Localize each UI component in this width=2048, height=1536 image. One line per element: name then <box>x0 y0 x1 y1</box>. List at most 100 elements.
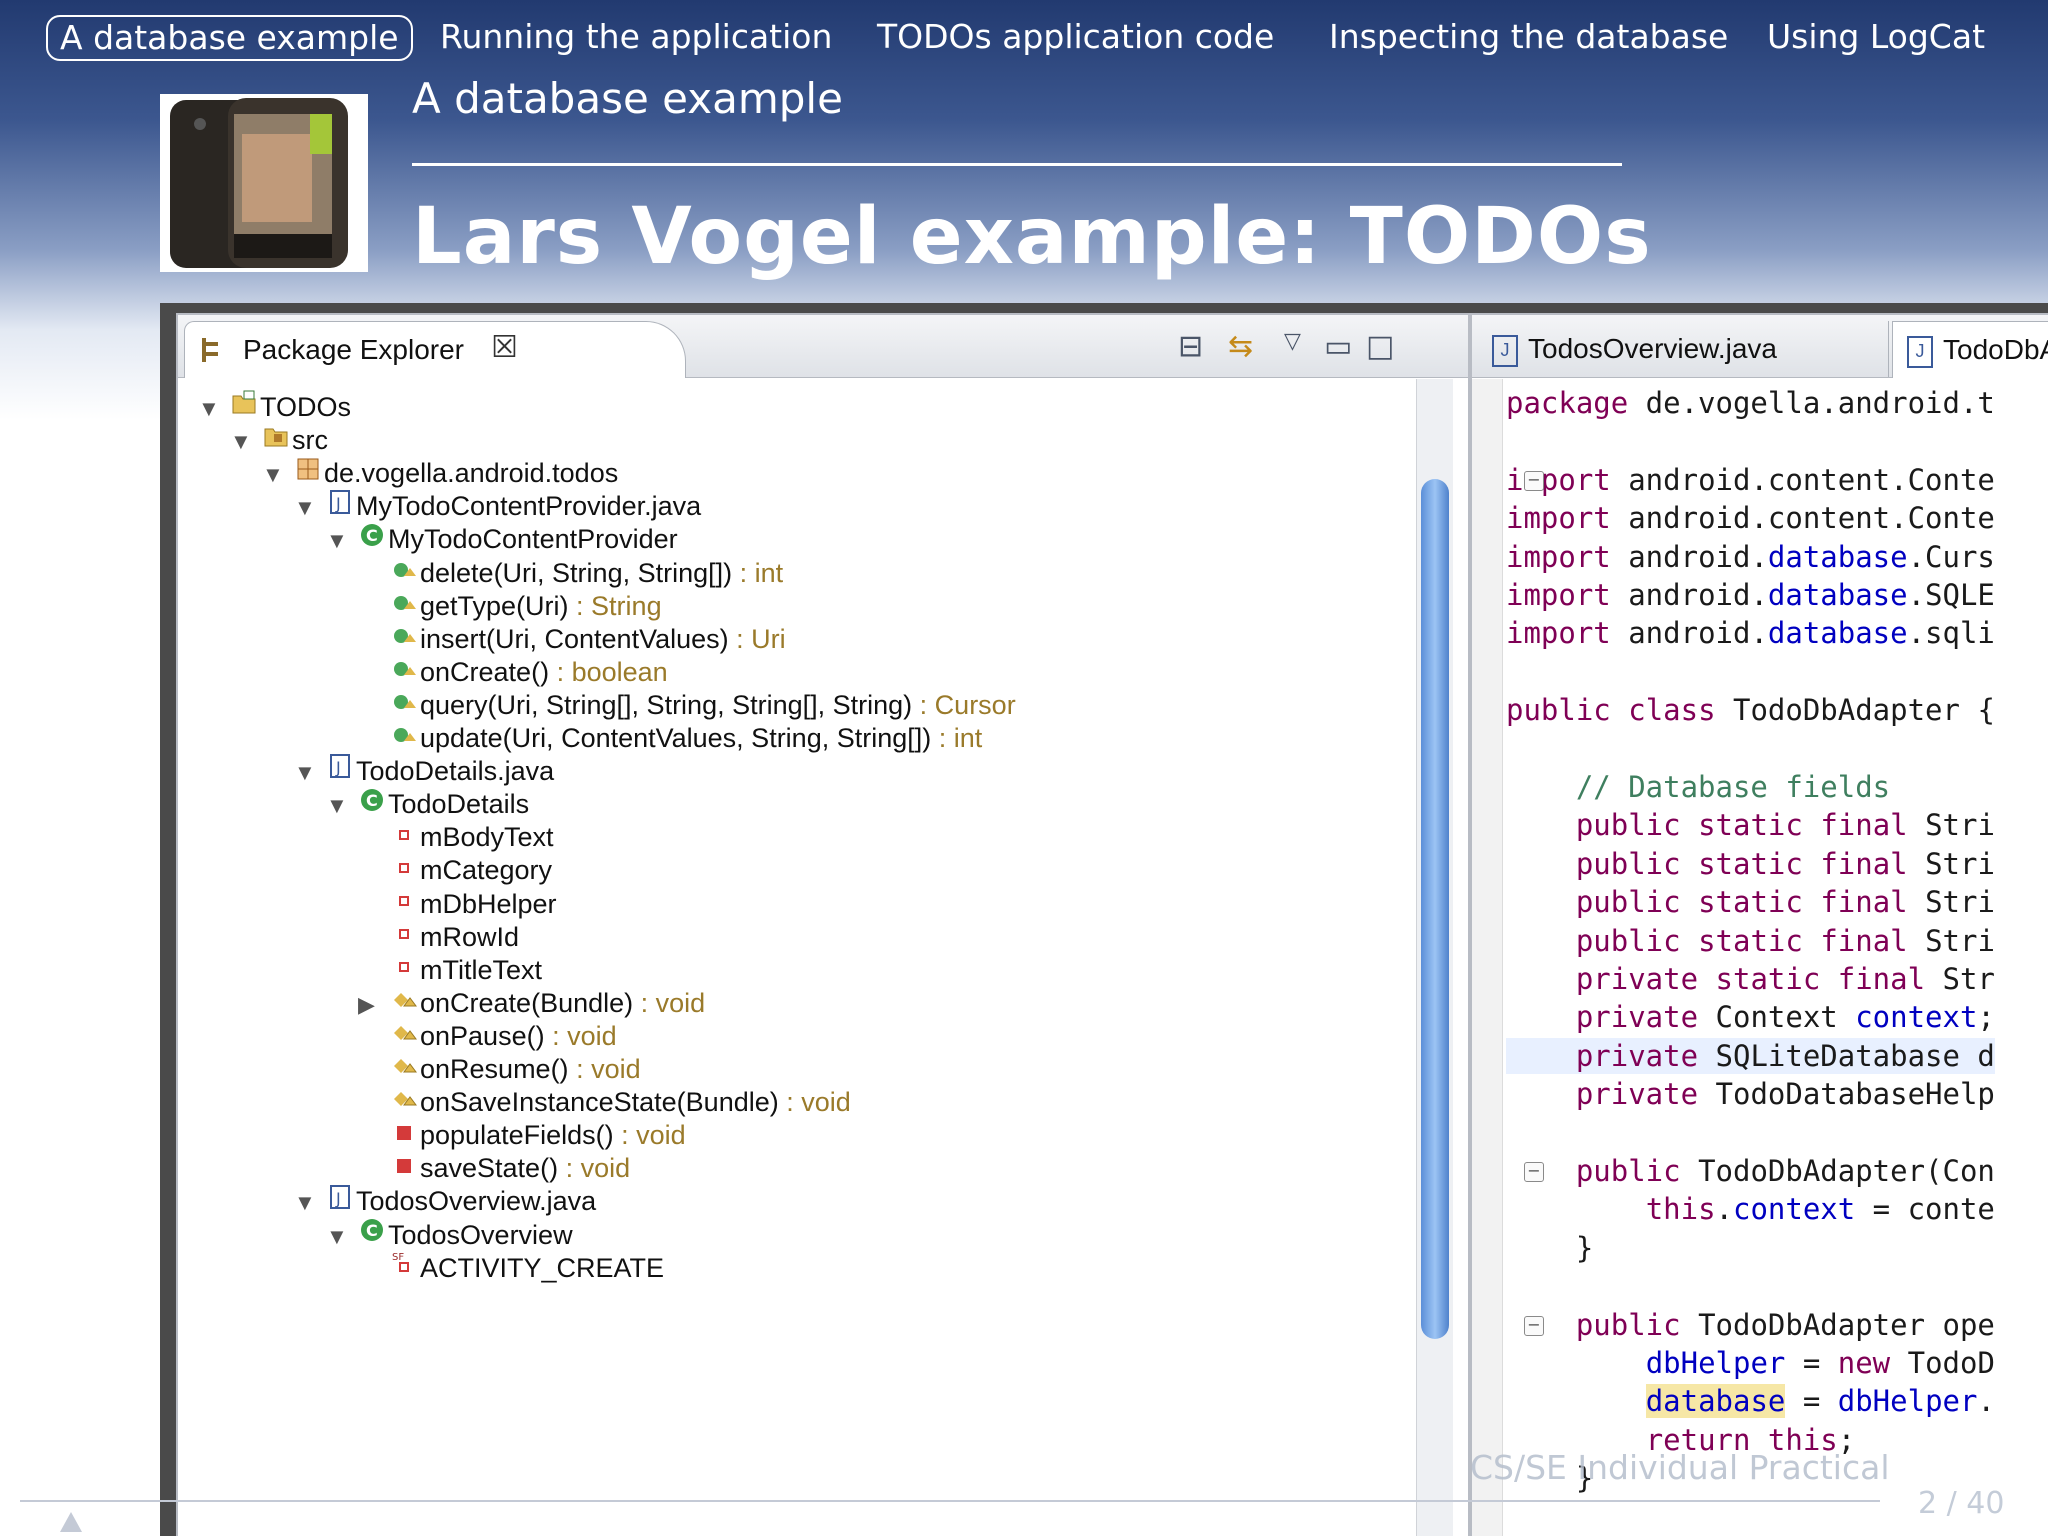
code-line: import android.database.SQLE <box>1506 578 1995 612</box>
title-divider <box>412 163 1622 166</box>
code-line: // Database fields <box>1506 770 1891 804</box>
fold-toggle-icon[interactable]: − <box>1524 1315 1544 1336</box>
expanded-twisty-icon[interactable]: ▼ <box>294 488 324 528</box>
tree-item-return-type: : Cursor <box>912 689 1016 720</box>
nav-item-using-logcat[interactable]: Using LogCat <box>1767 14 1985 60</box>
tree-item-label: TodosOverview <box>388 1219 573 1250</box>
static-final-field-icon: SF <box>388 1249 420 1290</box>
tree-item-label: mDbHelper <box>420 888 557 919</box>
tab-label: TodosOverview.java <box>1528 333 1778 364</box>
tree-item[interactable]: SF ACTIVITY_CREATE <box>358 1248 664 1288</box>
tree-item-label: TodoDetails.java <box>356 756 555 787</box>
code-line: import android.database.sqli <box>1506 616 1995 651</box>
tree-item-label: onCreate() <box>420 656 550 687</box>
tree-item-label: query(Uri, String[], String, String[], S… <box>420 689 913 720</box>
code-line: public static final Stri <box>1575 885 1995 920</box>
editor-gutter <box>1472 379 1503 1536</box>
tree-item-return-type: : boolean <box>549 656 668 687</box>
svg-text:C: C <box>366 526 378 545</box>
tree-item-label: onCreate(Bundle) <box>420 987 634 1018</box>
nav-item-database-example[interactable]: A database example <box>46 15 413 61</box>
expanded-twisty-icon[interactable]: ▼ <box>198 389 228 429</box>
expanded-twisty-icon[interactable]: ▼ <box>326 1217 356 1257</box>
tree-item-label: TodoDetails <box>388 789 530 820</box>
code-area[interactable]: package de.vogella.android.t import andro… <box>1506 379 2048 1536</box>
vertical-scrollbar[interactable] <box>1416 379 1453 1536</box>
expanded-twisty-icon[interactable]: ▼ <box>230 422 260 462</box>
tree-item-label: ACTIVITY_CREATE <box>420 1252 665 1283</box>
tree-item-label: delete(Uri, String, String[]) <box>420 557 733 588</box>
tab-todos-overview[interactable]: J TodosOverview.java <box>1478 321 1889 377</box>
tree-item-label: update(Uri, ContentValues, String, Strin… <box>420 723 932 753</box>
svg-text:J: J <box>335 758 341 777</box>
fold-toggle-icon[interactable]: − <box>1524 470 1544 491</box>
code-line: public static final Stri <box>1575 808 1995 843</box>
tree-item-return-type: : int <box>732 557 784 588</box>
nav-item-inspecting-database[interactable]: Inspecting the database <box>1329 14 1728 60</box>
footer-divider <box>20 1500 1880 1502</box>
code-line: public TodoDbAdapter(Con <box>1575 1154 1995 1188</box>
expanded-twisty-icon[interactable]: ▼ <box>262 455 292 495</box>
link-with-editor-icon[interactable]: ⇆ <box>1228 329 1253 364</box>
code-line: private SQLiteDatabase d <box>1506 1037 1995 1074</box>
svg-text:C: C <box>366 791 378 810</box>
package-explorer-label: Package Explorer <box>243 334 465 365</box>
expanded-twisty-icon[interactable]: ▼ <box>326 786 356 826</box>
tree-item-return-type: : void <box>568 1054 641 1084</box>
tree-item-label: saveState() <box>420 1153 559 1184</box>
scrollbar-thumb[interactable] <box>1421 479 1449 1339</box>
svg-text:J: J <box>335 1189 341 1208</box>
code-line: private Context context; <box>1575 1000 1995 1035</box>
tree-item-label: mRowId <box>420 921 520 952</box>
tree-item-label: insert(Uri, ContentValues) <box>420 623 729 654</box>
tree-item-return-type: : String <box>568 590 662 621</box>
expanded-twisty-icon[interactable]: ▼ <box>294 753 324 793</box>
svg-text:J: J <box>335 494 341 513</box>
code-line: import android.content.Conte <box>1506 501 1995 536</box>
tree-item-return-type: : void <box>613 1120 686 1151</box>
tree-item-label: onPause() <box>420 1020 545 1051</box>
code-line: private static final Str <box>1575 962 1995 996</box>
page-number: 2 / 40 <box>1918 1486 2005 1521</box>
slide-subtitle: A database example <box>412 74 843 123</box>
editor-tab-bar: J TodosOverview.java J TodoDbA <box>1472 315 2048 378</box>
tree-item-label: MyTodoContentProvider <box>388 524 678 555</box>
code-line: import android.content.Conte <box>1506 462 1995 497</box>
nav-item-running-application[interactable]: Running the application <box>440 14 832 60</box>
view-menu-icon[interactable]: ▽ <box>1284 329 1301 354</box>
code-line: import android.database.Curs <box>1506 539 1995 574</box>
collapse-all-icon[interactable]: ⊟ <box>1178 329 1203 364</box>
tree-item-label: onSaveInstanceState(Bundle) <box>420 1087 779 1118</box>
tree-item-label: TODOs <box>260 392 352 422</box>
code-line: this.context = conte <box>1645 1192 1995 1227</box>
code-line: public TodoDbAdapter ope <box>1575 1307 1995 1342</box>
tree-item-return-type: : void <box>778 1087 851 1118</box>
tree-item-return-type: : void <box>544 1020 617 1051</box>
fold-toggle-icon[interactable]: − <box>1524 1162 1544 1182</box>
expanded-twisty-icon[interactable]: ▼ <box>294 1183 324 1223</box>
tree-item-return-type: : void <box>633 987 706 1018</box>
tree-item-label: de.vogella.android.todos <box>324 458 619 489</box>
tree-item-return-type: : int <box>931 723 983 753</box>
package-explorer-toolbar: Package Explorer ☒ ⊟ ⇆ ▽ ▭ □ <box>178 315 1468 378</box>
close-icon[interactable]: ☒ <box>491 330 518 365</box>
section-navigation: A database example Running the applicati… <box>0 0 2048 76</box>
package-explorer-tab[interactable]: Package Explorer ☒ <box>184 321 686 378</box>
beamer-nav-triangle-icon[interactable] <box>60 1512 82 1532</box>
nav-item-todos-application-code[interactable]: TODOs application code <box>877 14 1274 60</box>
tree-item-label: getType(Uri) <box>420 590 569 621</box>
tree-item-label: populateFields() <box>420 1120 614 1151</box>
expanded-twisty-icon[interactable]: ▼ <box>326 521 356 561</box>
code-line: public static final Stri <box>1575 846 1995 881</box>
slide-title: Lars Vogel example: TODOs <box>412 192 1652 282</box>
tab-todo-db-adapter[interactable]: J TodoDbA <box>1892 321 2048 378</box>
code-line: package de.vogella.android.t <box>1506 386 1995 420</box>
code-line: database = dbHelper. <box>1645 1384 1995 1419</box>
maximize-icon[interactable]: □ <box>1366 329 1394 364</box>
tree-item-return-type: : void <box>558 1153 631 1184</box>
minimize-icon[interactable]: ▭ <box>1324 329 1352 364</box>
svg-text:SF: SF <box>392 1252 404 1263</box>
tree-item-label: TodosOverview.java <box>356 1186 597 1217</box>
tree-item-label: onResume() <box>420 1054 569 1084</box>
code-line: dbHelper = new TodoD <box>1645 1346 1995 1380</box>
